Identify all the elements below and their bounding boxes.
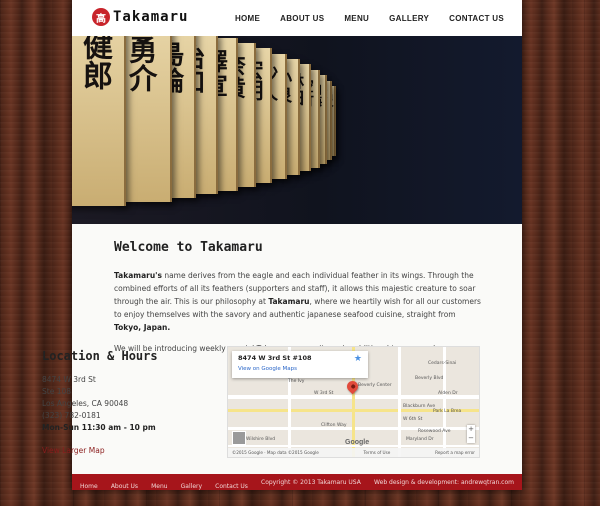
nav-gallery[interactable]: GALLERY <box>389 14 429 23</box>
map-attribution: ©2015 Google · Map data ©2015 Google <box>232 450 319 455</box>
nav-about-us[interactable]: ABOUT US <box>280 14 324 23</box>
brand-name: Takamaru's <box>114 271 162 280</box>
zoom-in-icon[interactable]: + <box>467 425 475 434</box>
footer-link-gallery[interactable]: Gallery <box>181 483 202 490</box>
header: 高 Takamaru HOME ABOUT US MENU GALLERY CO… <box>72 0 522 36</box>
map-card-address: 8474 W 3rd St #108 <box>238 354 312 362</box>
map-label: Beverly Center <box>358 383 392 388</box>
city: Los Angeles, CA 90048 <box>42 399 129 408</box>
welcome-section: Welcome to Takamaru Takamaru's name deri… <box>114 240 484 363</box>
footer-links: Home About Us Menu Gallery Contact Us <box>80 473 256 492</box>
nav-contact-us[interactable]: CONTACT US <box>449 14 504 23</box>
map-label: Beverly Blvd <box>415 376 444 381</box>
nav-home[interactable]: HOME <box>235 14 260 23</box>
google-logo: Google <box>345 439 370 446</box>
map-info-card: 8474 W 3rd St #108 View on Google Maps ★ <box>232 351 368 378</box>
nav-menu[interactable]: MENU <box>344 14 369 23</box>
welcome-title: Welcome to Takamaru <box>114 240 263 255</box>
map-label: Blackburn Ave <box>403 404 436 409</box>
map-label: W 3rd St <box>314 391 334 396</box>
google-map[interactable]: Beverly Center Cedars-Sinai W 3rd St Bev… <box>227 346 480 458</box>
star-icon[interactable]: ★ <box>354 354 362 364</box>
street: 8474 W 3rd St <box>42 375 96 384</box>
map-terms-link[interactable]: Terms of Use <box>364 450 391 455</box>
hero-plaque: 健郎 <box>72 36 126 206</box>
brand-name: Takamaru <box>268 297 310 306</box>
view-on-google-maps-link[interactable]: View on Google Maps <box>238 366 362 372</box>
zoom-control[interactable]: + − <box>467 425 475 443</box>
hero-plaque-text: 勇介 <box>124 36 159 92</box>
footer-credit[interactable]: Web design & development: andrewqtran.co… <box>374 479 514 486</box>
map-label: W 6th St <box>403 417 423 422</box>
map-road <box>398 347 401 457</box>
map-label: Alden Dr <box>438 391 458 396</box>
logo[interactable]: 高 Takamaru <box>92 8 188 26</box>
hero-image: 健郎勇介島論治和澤宣奈黄宏明沙人小泉林田空竹山海健郎勇介 <box>72 36 522 224</box>
location-title: Location & Hours <box>42 349 158 363</box>
footer-link-home[interactable]: Home <box>80 483 98 490</box>
footer-link-about-us[interactable]: About Us <box>111 483 138 490</box>
hero-plaque-text: 健郎 <box>77 36 112 90</box>
address-block: 8474 W 3rd St Ste 108 Los Angeles, CA 90… <box>42 374 156 434</box>
logo-text: Takamaru <box>113 9 189 25</box>
map-label: Clifton Way <box>321 423 347 428</box>
suite: Ste 108 <box>42 387 72 396</box>
map-label: The Ivy <box>288 379 305 384</box>
phone: (323) 782-0181 <box>42 411 101 420</box>
welcome-paragraph: Takamaru's name derives from the eagle a… <box>114 269 484 334</box>
hours: Mon-Sun 11:30 am - 10 pm <box>42 423 156 432</box>
pegman-icon[interactable] <box>232 431 246 445</box>
map-label: Park La Brea <box>433 409 462 414</box>
map-report-link[interactable]: Report a map error <box>435 450 475 455</box>
map-footer: ©2015 Google · Map data ©2015 Google Ter… <box>228 448 479 457</box>
zoom-out-icon[interactable]: − <box>467 434 475 443</box>
origin: Tokyo, Japan. <box>114 323 171 332</box>
map-label: Cedars-Sinai <box>428 361 457 366</box>
footer-link-contact-us[interactable]: Contact Us <box>215 483 248 490</box>
main-nav: HOME ABOUT US MENU GALLERY CONTACT US <box>235 14 504 23</box>
footer: Home About Us Menu Gallery Contact Us Co… <box>72 474 522 490</box>
map-pin-icon[interactable] <box>344 378 361 395</box>
view-larger-map-link[interactable]: View Larger Map <box>42 446 105 455</box>
map-label: Wilshire Blvd <box>246 437 276 442</box>
logo-seal-icon: 高 <box>92 8 110 26</box>
map-label: Maryland Dr <box>406 437 434 442</box>
map-label: Rosewood Ave <box>418 429 451 434</box>
footer-copyright: Copyright © 2013 Takamaru USA <box>261 478 361 486</box>
footer-link-menu[interactable]: Menu <box>151 483 167 490</box>
